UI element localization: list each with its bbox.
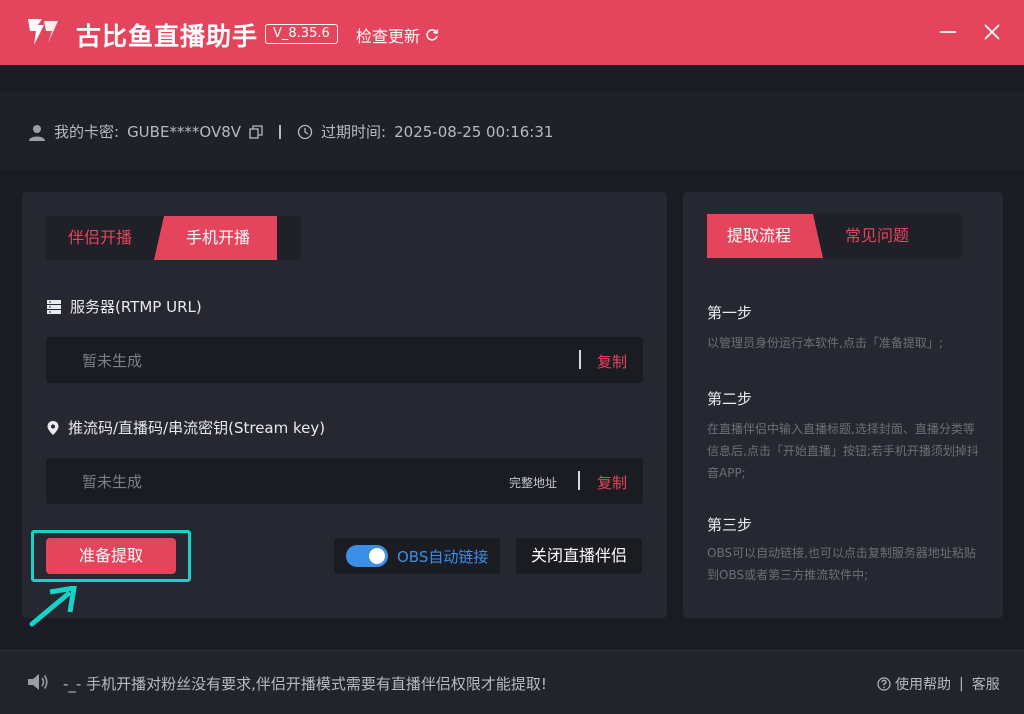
expire-label: 过期时间: (321, 123, 387, 141)
step-3-text: OBS可以自动链接,也可以点击复制服务器地址粘贴到OBS或者第三方推流软件中; (707, 546, 976, 582)
support-link[interactable]: 客服 (972, 674, 1000, 694)
clock-icon (297, 124, 313, 139)
check-update-button[interactable]: 检查更新 (356, 23, 439, 47)
close-icon[interactable] (978, 18, 1006, 46)
server-url-placeholder: 暂未生成 (82, 352, 143, 370)
title-bar: 古比鱼直播助手 V_8.35.6 检查更新 (0, 0, 1024, 65)
help-links: 使用帮助 | 客服 (877, 674, 1000, 694)
user-icon (29, 124, 45, 141)
step-2-text: 在直播伴侣中输入直播标题,选择封面、直播分类等信息后,点击「开始直播」按钮;若手… (707, 422, 979, 480)
copy-server-button[interactable]: 复制 (597, 351, 627, 372)
speaker-icon (28, 674, 48, 690)
version-badge: V_8.35.6 (265, 24, 338, 44)
stream-key-label-row: 推流码/直播码/串流密钥(Stream key) (46, 417, 325, 438)
separator (279, 124, 282, 139)
refresh-icon (426, 29, 439, 41)
tab-extract-process[interactable]: 提取流程 (707, 214, 823, 258)
notice-text: -_- 手机开播对粉丝没有要求,伴侣开播模式需要有直播伴侣权限才能提取! (63, 675, 547, 693)
expire-value: 2025-08-25 00:16:31 (394, 122, 554, 141)
card-label: 我的卡密: (54, 123, 120, 141)
help-icon (877, 677, 891, 691)
help-link[interactable]: 使用帮助 (895, 674, 951, 694)
stream-key-field[interactable]: 暂未生成 完整地址 复制 (46, 458, 643, 504)
app-logo-icon (28, 19, 58, 45)
step-2-title: 第二步 (707, 390, 753, 408)
toggle-knob (369, 548, 385, 564)
obs-auto-link-label: OBS自动链接 (397, 547, 489, 566)
highlight-box (31, 530, 191, 582)
divider (579, 350, 581, 369)
full-address-button[interactable]: 完整地址 (509, 474, 557, 491)
obs-auto-link-toggle[interactable] (346, 545, 388, 567)
separator: | (959, 676, 964, 692)
pointer-arrow-icon (29, 586, 77, 627)
server-label: 服务器(RTMP URL) (70, 298, 202, 316)
close-companion-button[interactable]: 关闭直播伴侣 (516, 538, 642, 574)
server-label-row: 服务器(RTMP URL) (46, 296, 202, 317)
stream-key-placeholder: 暂未生成 (82, 473, 143, 491)
card-value: GUBE****OV8V (127, 122, 242, 141)
status-bar: -_- 手机开播对粉丝没有要求,伴侣开播模式需要有直播伴侣权限才能提取! 使用帮… (0, 650, 1024, 714)
stream-key-label: 推流码/直播码/串流密钥(Stream key) (68, 419, 326, 437)
tab-companion-stream[interactable]: 伴侣开播 (46, 216, 154, 260)
server-icon (47, 299, 61, 314)
check-update-label: 检查更新 (356, 27, 421, 46)
guide-tabs: 提取流程 常见问题 (707, 214, 962, 258)
minimize-icon[interactable] (934, 18, 962, 46)
account-bar: 我的卡密: GUBE****OV8V 过期时间: 2025-08-25 00:1… (0, 92, 1024, 170)
copy-icon[interactable] (249, 124, 263, 139)
location-pin-icon (47, 420, 59, 435)
step-1-text: 以管理员身份运行本软件,点击「准备提取」; (707, 336, 943, 350)
divider (578, 471, 580, 490)
server-url-field[interactable]: 暂未生成 复制 (46, 337, 643, 383)
step-1-title: 第一步 (707, 304, 753, 322)
copy-stream-key-button[interactable]: 复制 (597, 472, 627, 493)
tab-mobile-stream[interactable]: 手机开播 (154, 216, 278, 260)
obs-auto-link: OBS自动链接 (334, 538, 500, 574)
app-title: 古比鱼直播助手 (76, 22, 259, 51)
guide-panel: 提取流程 常见问题 第一步 以管理员身份运行本软件,点击「准备提取」; 第二步 … (683, 192, 1003, 618)
tab-faq[interactable]: 常见问题 (823, 214, 931, 258)
step-3-title: 第三步 (707, 516, 753, 534)
mode-tabs: 伴侣开播 手机开播 (46, 216, 301, 260)
